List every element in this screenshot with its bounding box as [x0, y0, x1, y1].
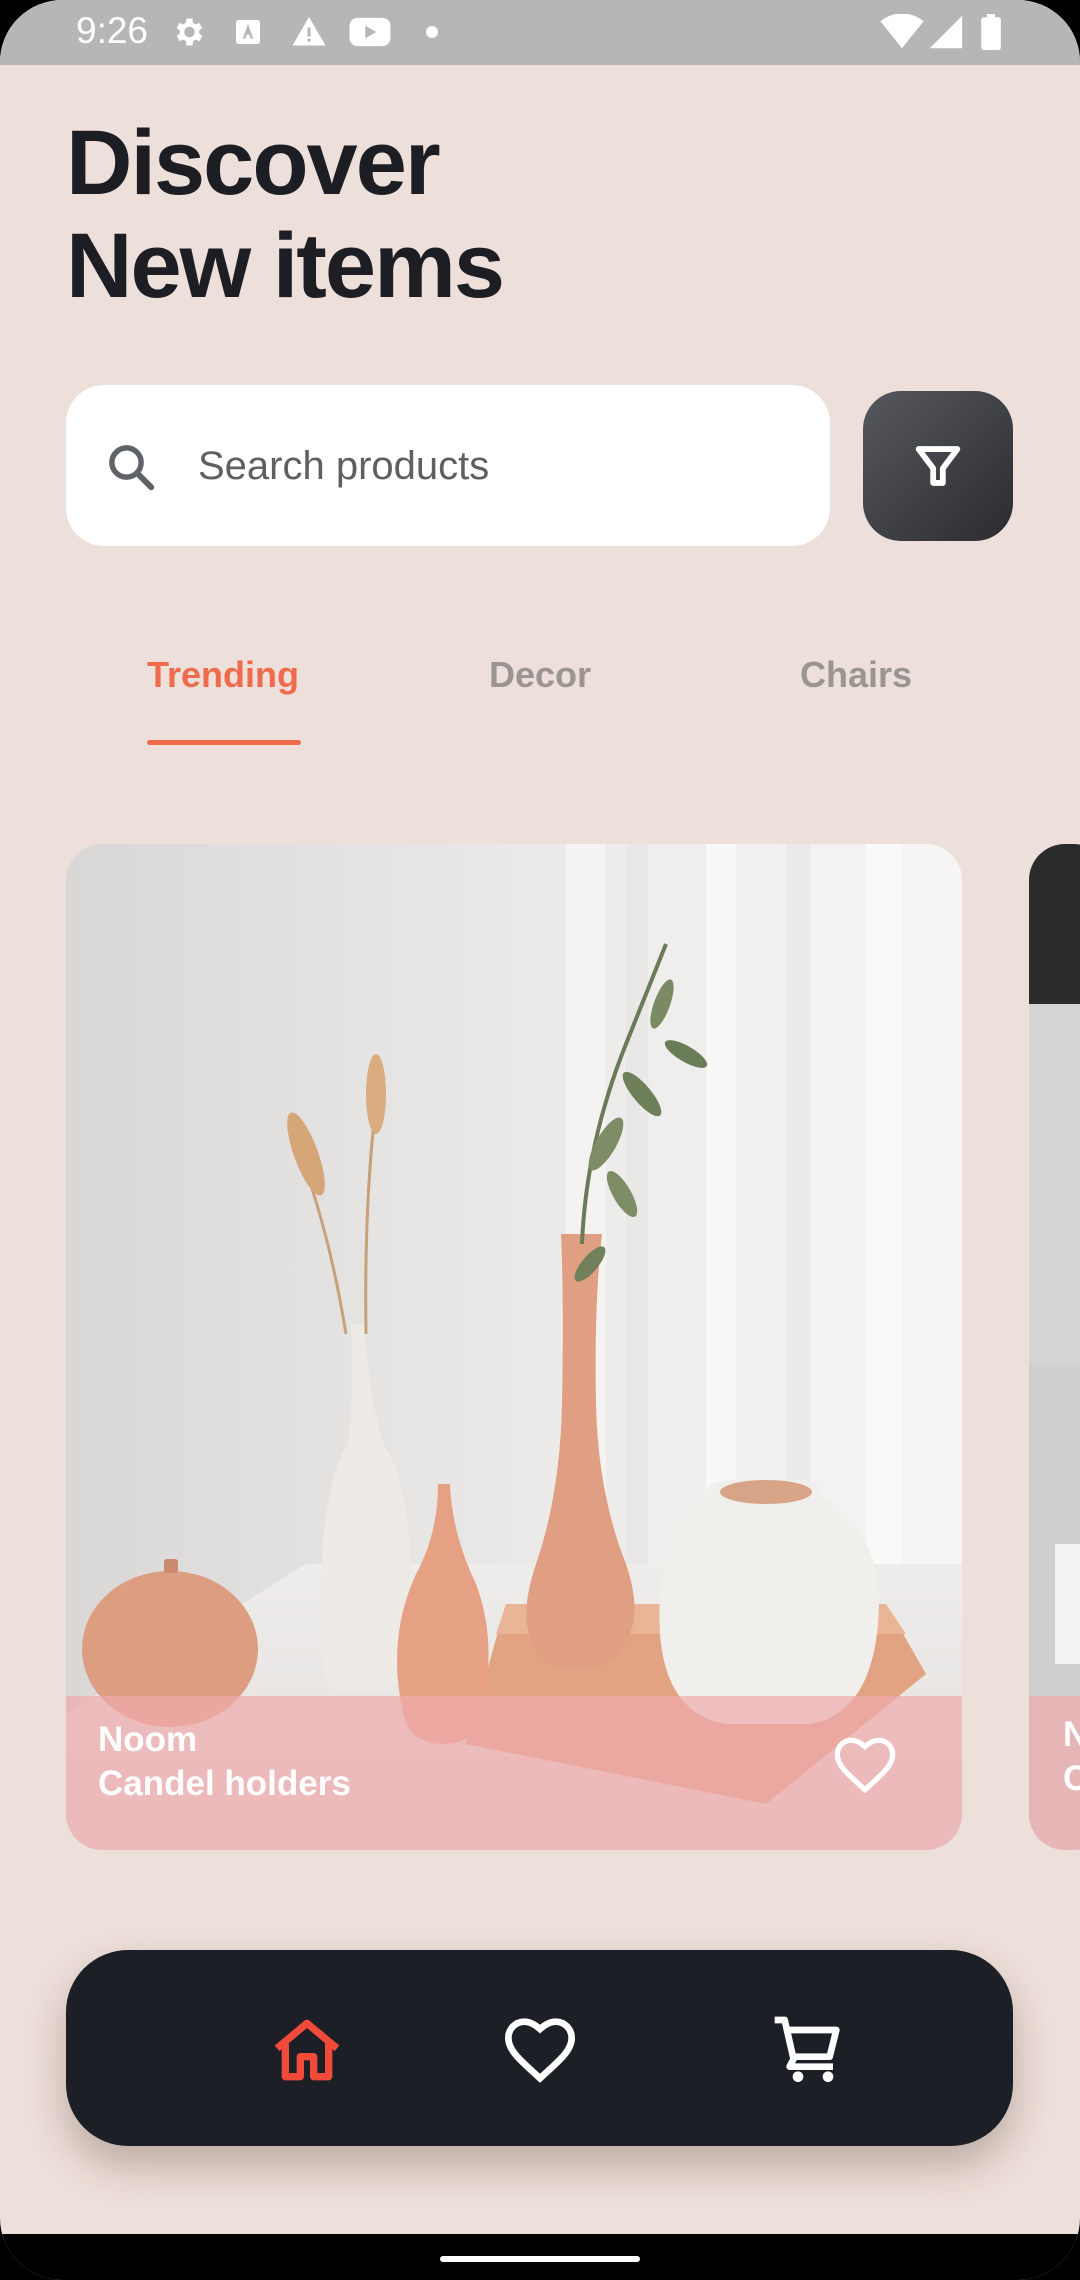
app-screen: 9:26 Discover New items Search products …: [0, 0, 1080, 2280]
search-input[interactable]: [196, 425, 800, 507]
page-title-line-1: Discover: [66, 112, 441, 214]
product-image-next: N C: [1029, 844, 1080, 1850]
home-icon[interactable]: [267, 2010, 347, 2090]
cart-icon[interactable]: [768, 2010, 848, 2090]
page-title-line-2: New items: [66, 215, 505, 317]
text-icon: [236, 20, 260, 44]
next-product-name: C: [1063, 1759, 1080, 1798]
settings-icon: [176, 18, 203, 46]
youtube-icon: [349, 17, 391, 47]
tab-decor[interactable]: Decor: [489, 654, 591, 696]
filter-button[interactable]: [863, 391, 1013, 541]
favorite-heart-icon[interactable]: [830, 1730, 900, 1800]
signal-icon: [929, 15, 963, 49]
wifi-icon: [880, 14, 924, 49]
warning-icon: [292, 17, 326, 46]
product-card-next[interactable]: N C: [1029, 844, 1080, 1850]
product-brand: Noom: [98, 1720, 198, 1759]
product-title: Noom Candel holders: [98, 1718, 351, 1806]
heart-icon[interactable]: [500, 2010, 580, 2090]
tab-trending[interactable]: Trending: [147, 654, 299, 696]
battery-icon: [981, 14, 1001, 50]
status-bar: 9:26: [0, 0, 1080, 65]
tab-active-indicator: [147, 740, 301, 745]
product-name: Candel holders: [98, 1764, 351, 1803]
product-card[interactable]: Noom Candel holders: [66, 844, 962, 1850]
category-tabs: Trending Decor Chairs: [0, 640, 1080, 760]
tab-chairs[interactable]: Chairs: [800, 654, 912, 696]
search-icon: [109, 445, 155, 491]
page-title: Discover New items: [66, 112, 505, 318]
bottom-navigation: [66, 1950, 1013, 2146]
dot-icon: [426, 26, 438, 38]
home-indicator[interactable]: [440, 2256, 640, 2262]
next-product-brand: N: [1063, 1715, 1080, 1754]
search-box[interactable]: [66, 385, 830, 546]
filter-icon: [915, 446, 961, 486]
status-time: 9:26: [76, 10, 149, 51]
